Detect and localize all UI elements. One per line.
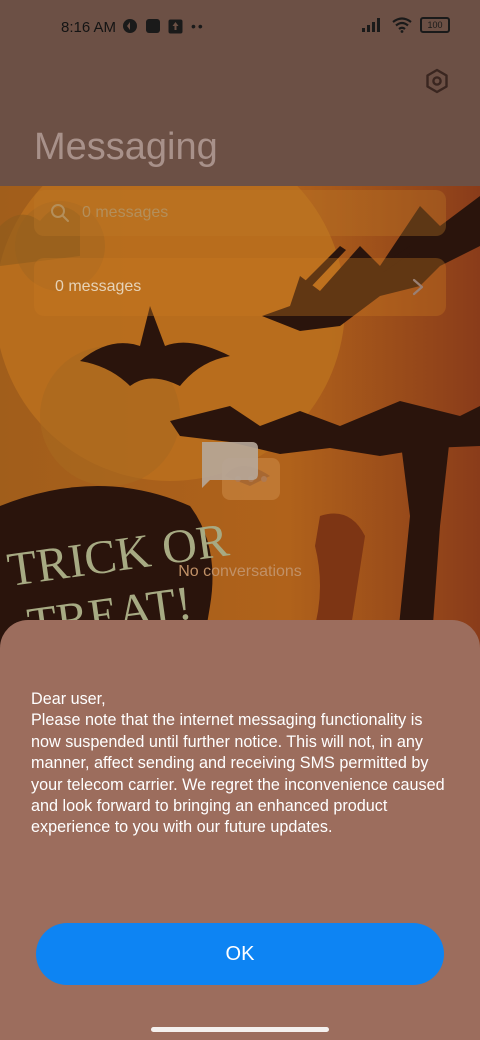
dialog-message: Dear user, Please note that the internet… [31,689,451,839]
battery-icon: 100 [420,17,450,33]
signal-icon [362,18,380,32]
notification-icons: •• [122,18,205,34]
app-header: Messaging [0,56,480,186]
empty-state-text: No conversations [178,563,302,580]
ok-button[interactable]: OK [36,923,444,985]
notice-dialog: Dear user, Please note that the internet… [0,620,480,1040]
messages-row-label: 0 messages [55,278,142,295]
page-title: Messaging [34,126,218,168]
search-input[interactable]: 0 messages [82,204,168,222]
search-bar[interactable]: 0 messages [34,190,446,236]
gear-icon[interactable] [424,68,450,94]
wifi-icon [392,17,412,33]
upload-notification-icon [168,19,183,33]
app-notification-icon [146,19,160,33]
search-icon [51,204,69,222]
chevron-right-icon [412,278,424,296]
more-notifications-icon: •• [191,18,205,34]
status-bar: 8:16 AM •• 100 [0,0,480,56]
messages-row[interactable]: 0 messages [34,258,446,316]
dialog-greeting: Dear user, [31,690,106,708]
app-notification-icon [123,19,137,33]
status-time: 8:16 AM [61,19,117,36]
dialog-body: Please note that the internet messaging … [31,711,445,837]
home-indicator[interactable] [151,1027,329,1032]
system-icons: 100 [362,17,450,33]
chat-bubble-icon [202,442,280,500]
